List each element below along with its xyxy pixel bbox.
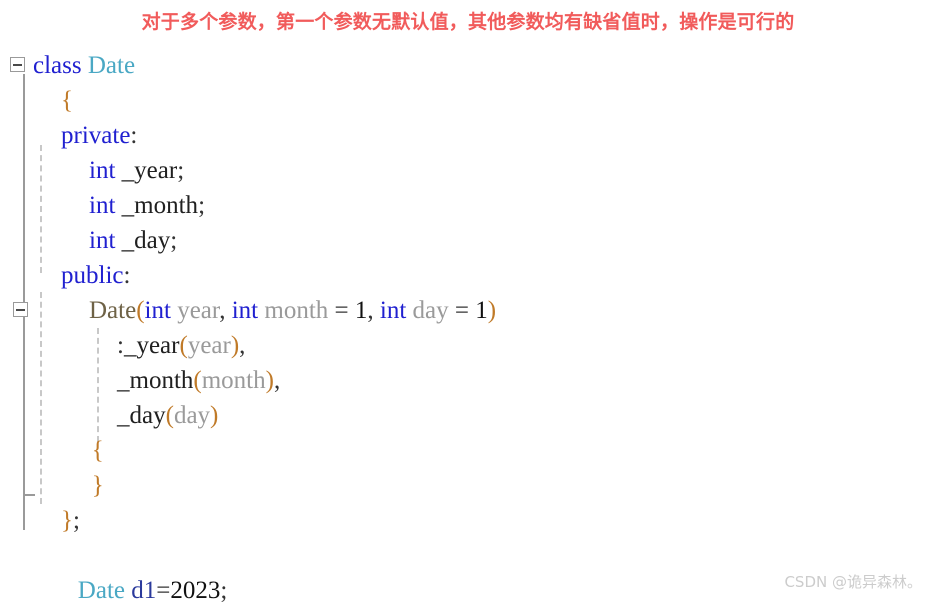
code-token: _month — [117, 367, 194, 394]
code-token: } — [61, 507, 73, 534]
code-token: int — [89, 227, 116, 254]
line-constructor-open-brace[interactable]: { — [0, 433, 936, 468]
code-token: 1 — [354, 297, 368, 324]
line-class-close-brace[interactable]: }; — [0, 503, 936, 538]
code-token: , — [239, 332, 246, 359]
code-token: day — [173, 402, 211, 429]
code-token: ; — [177, 157, 185, 184]
code-token: d1 — [131, 577, 157, 604]
page-title: 对于多个参数，第一个参数无默认值，其他参数均有缺省值时，操作是可行的 — [141, 10, 795, 33]
line-init-month[interactable]: _month(month), — [0, 363, 936, 398]
code-token: month — [201, 367, 266, 394]
code-token: , — [273, 367, 281, 394]
code-token: class — [33, 52, 82, 79]
code-token: int — [89, 192, 116, 219]
code-token: , — [219, 297, 232, 324]
code-token: month — [264, 297, 329, 324]
code-token: year — [187, 332, 231, 359]
line-constructor-signature[interactable]: Date(int year, int month = 1, int day = … — [0, 293, 936, 328]
code-token: _year — [123, 332, 180, 359]
code-token: = — [328, 297, 355, 324]
code-token: 1 — [475, 297, 488, 324]
line-init-day[interactable]: _day(day) — [0, 398, 936, 433]
code-token: ( — [179, 332, 188, 359]
code-token: Date — [87, 52, 136, 79]
watermark: CSDN @诡异森林。 — [784, 573, 922, 591]
code-token: int — [231, 297, 259, 324]
code-token: ) — [265, 367, 274, 394]
code-token: day — [412, 297, 449, 324]
code-token: = — [156, 577, 171, 604]
code-token: int — [89, 157, 116, 184]
code-token: ( — [193, 367, 202, 394]
code-token: ; — [170, 227, 178, 254]
code-token: 2023 — [170, 577, 221, 604]
code-token: int — [144, 297, 171, 324]
line-member-day[interactable]: int _day; — [0, 223, 936, 258]
code-token: Date — [77, 577, 125, 604]
code-token: ) — [210, 402, 219, 429]
line-public-label[interactable]: public: — [0, 258, 936, 293]
code-token: } — [91, 472, 104, 499]
code-token: _month — [121, 192, 199, 219]
code-token: ; — [220, 577, 228, 604]
code-token: = — [448, 297, 476, 324]
code-token: ( — [136, 297, 145, 324]
title-banner: 对于多个参数，第一个参数无默认值，其他参数均有缺省值时，操作是可行的 — [0, 0, 936, 40]
code-token: { — [91, 437, 104, 464]
line-blank[interactable] — [0, 538, 936, 573]
code-token: int — [379, 297, 407, 324]
line-private-label[interactable]: private: — [0, 118, 936, 153]
code-token: ) — [230, 332, 240, 359]
code-token: ; — [73, 507, 80, 534]
code-token: year — [177, 297, 220, 324]
code-token: Date — [89, 297, 137, 324]
code-token: : — [117, 332, 124, 359]
line-class-open-brace[interactable]: { — [0, 83, 936, 118]
code-editor: class Date{private: int _year; int _month;… — [0, 40, 936, 604]
line-member-year[interactable]: int _year; — [0, 153, 936, 188]
code-token: : — [123, 262, 131, 289]
code-token: private — [61, 122, 131, 149]
code-token: _day — [117, 402, 166, 429]
code-token: ( — [165, 402, 174, 429]
code-token: ; — [198, 192, 206, 219]
code-token: { — [61, 87, 73, 114]
code-token: , — [367, 297, 380, 324]
line-class-date[interactable]: class Date — [0, 48, 936, 83]
line-constructor-close-brace[interactable]: } — [0, 468, 936, 503]
code-token: _year — [121, 157, 178, 184]
code-token: ) — [487, 297, 497, 324]
line-init-year[interactable]: :_year(year), — [0, 328, 936, 363]
line-member-month[interactable]: int _month; — [0, 188, 936, 223]
code-token: public — [61, 262, 124, 289]
code-token: _day — [121, 227, 171, 254]
code-token: : — [130, 122, 138, 149]
